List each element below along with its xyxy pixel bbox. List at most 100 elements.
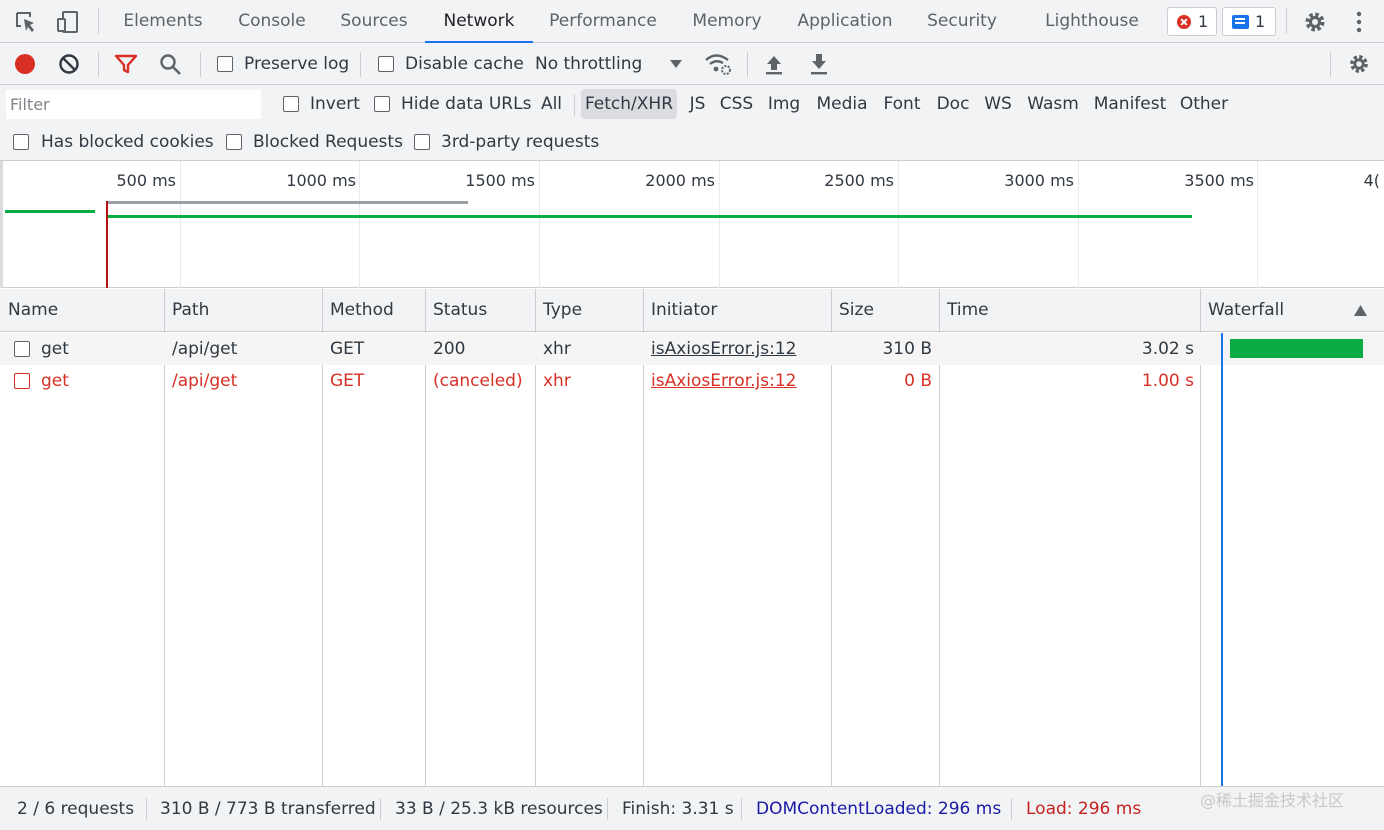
preserve-log-label[interactable]: Preserve log — [244, 54, 349, 74]
sort-ascending-icon[interactable] — [1354, 305, 1367, 316]
timeline-tick-label: 3500 ms — [1184, 171, 1254, 190]
request-table: Name Path Method Status Type Initiator S… — [0, 289, 1384, 786]
tab-sources[interactable]: Sources — [331, 0, 417, 43]
column-header-name[interactable]: Name — [0, 289, 58, 332]
toolbar-divider — [747, 52, 748, 77]
error-icon — [1177, 15, 1191, 29]
import-har-icon[interactable] — [763, 52, 785, 76]
network-conditions-icon[interactable] — [704, 52, 732, 76]
column-header-size[interactable]: Size — [831, 289, 874, 332]
column-header-path[interactable]: Path — [164, 289, 209, 332]
preserve-log-checkbox[interactable] — [217, 56, 233, 72]
column-header-type[interactable]: Type — [535, 289, 582, 332]
chevron-down-icon[interactable] — [669, 59, 683, 69]
filter-type-other[interactable]: Other — [1178, 89, 1230, 119]
network-toolbar: Preserve log Disable cache No throttling — [0, 43, 1384, 85]
third-party-requests-label[interactable]: 3rd-party requests — [441, 132, 599, 152]
request-initiator-link[interactable]: isAxiosError.js:12 — [651, 333, 796, 365]
grid-line — [1078, 161, 1079, 288]
timeline-tick-label: 4( — [1363, 171, 1380, 190]
device-toolbar-icon[interactable] — [54, 8, 82, 36]
tab-memory[interactable]: Memory — [680, 0, 774, 43]
overview-request-bar — [5, 210, 95, 213]
filter-type-font[interactable]: Font — [880, 89, 924, 119]
tab-security[interactable]: Security — [918, 0, 1006, 43]
network-settings-gear-icon[interactable] — [1346, 51, 1372, 77]
tab-console[interactable]: Console — [227, 0, 317, 43]
message-icon — [1232, 15, 1249, 29]
table-row[interactable]: get /api/get GET 200 xhr isAxiosError.js… — [0, 333, 1201, 365]
toolbar-divider — [1286, 8, 1287, 34]
request-initiator-link[interactable]: isAxiosError.js:12 — [651, 365, 796, 397]
tab-lighthouse[interactable]: Lighthouse — [1038, 0, 1146, 43]
filter-type-fetch-xhr[interactable]: Fetch/XHR — [581, 89, 677, 119]
column-header-time[interactable]: Time — [939, 289, 989, 332]
filter-type-css[interactable]: CSS — [718, 89, 755, 119]
filter-funnel-icon[interactable] — [114, 53, 138, 75]
grid-line — [539, 161, 540, 288]
filter-type-js[interactable]: JS — [684, 89, 711, 119]
record-icon[interactable] — [15, 54, 35, 74]
invert-checkbox[interactable] — [283, 96, 299, 112]
status-divider — [146, 798, 147, 820]
inspect-element-icon[interactable] — [12, 8, 40, 36]
column-header-waterfall[interactable]: Waterfall — [1200, 289, 1284, 332]
filter-type-media[interactable]: Media — [813, 89, 871, 119]
blocked-requests-label[interactable]: Blocked Requests — [253, 132, 403, 152]
timeline-tick-label: 1000 ms — [286, 171, 356, 190]
request-size: 310 B — [882, 339, 932, 359]
tab-elements[interactable]: Elements — [114, 0, 212, 43]
filter-type-doc[interactable]: Doc — [933, 89, 973, 119]
throttling-select[interactable]: No throttling — [535, 54, 642, 74]
disable-cache-label[interactable]: Disable cache — [405, 54, 524, 74]
resources-size: 33 B / 25.3 kB resources — [395, 799, 603, 819]
toolbar-divider — [200, 52, 201, 77]
more-options-icon[interactable] — [1345, 8, 1373, 36]
settings-gear-icon[interactable] — [1301, 8, 1329, 36]
tab-network[interactable]: Network — [425, 0, 533, 43]
filter-type-manifest[interactable]: Manifest — [1091, 89, 1169, 119]
export-har-icon[interactable] — [808, 52, 830, 76]
column-header-status[interactable]: Status — [425, 289, 487, 332]
grid-line — [1257, 161, 1258, 288]
toolbar-divider — [98, 52, 99, 77]
timeline-tick-label: 3000 ms — [1004, 171, 1074, 190]
column-header-initiator[interactable]: Initiator — [643, 289, 717, 332]
tab-performance[interactable]: Performance — [541, 0, 665, 43]
network-overview-timeline[interactable]: 500 ms 1000 ms 1500 ms 2000 ms 2500 ms 3… — [0, 161, 1384, 288]
hide-data-urls-label[interactable]: Hide data URLs — [401, 94, 531, 114]
message-count-badge[interactable]: 1 — [1222, 7, 1276, 36]
finish-time: Finish: 3.31 s — [622, 799, 734, 819]
has-blocked-cookies-checkbox[interactable] — [13, 134, 29, 150]
status-divider — [741, 798, 742, 820]
dom-content-loaded-marker — [1221, 333, 1223, 786]
request-name: get — [41, 339, 69, 359]
column-header-method[interactable]: Method — [322, 289, 394, 332]
has-blocked-cookies-label[interactable]: Has blocked cookies — [41, 132, 214, 152]
status-divider — [607, 798, 608, 820]
filter-type-wasm[interactable]: Wasm — [1024, 89, 1082, 119]
filter-input[interactable] — [6, 90, 261, 119]
toolbar-divider — [98, 8, 99, 34]
waterfall-request-bar — [1230, 339, 1363, 358]
request-row-checkbox[interactable] — [14, 341, 30, 357]
third-party-requests-checkbox[interactable] — [414, 134, 430, 150]
request-name: get — [41, 371, 69, 391]
tab-application[interactable]: Application — [788, 0, 902, 43]
disable-cache-checkbox[interactable] — [378, 56, 394, 72]
clear-icon[interactable] — [58, 53, 80, 75]
toolbar-divider — [1330, 52, 1331, 77]
request-size: 0 B — [904, 371, 932, 391]
error-count-badge[interactable]: 1 — [1167, 7, 1217, 36]
hide-data-urls-checkbox[interactable] — [374, 96, 390, 112]
request-row-checkbox[interactable] — [14, 373, 30, 389]
table-row[interactable]: get /api/get GET (canceled) xhr isAxiosE… — [0, 365, 1201, 397]
search-icon[interactable] — [159, 53, 183, 77]
overview-left-handle[interactable] — [0, 161, 3, 288]
filter-type-img[interactable]: Img — [764, 89, 804, 119]
filter-type-all[interactable]: All — [536, 89, 567, 119]
filter-type-ws[interactable]: WS — [982, 89, 1014, 119]
request-method: GET — [330, 339, 365, 359]
blocked-requests-checkbox[interactable] — [226, 134, 242, 150]
invert-label[interactable]: Invert — [310, 94, 360, 114]
